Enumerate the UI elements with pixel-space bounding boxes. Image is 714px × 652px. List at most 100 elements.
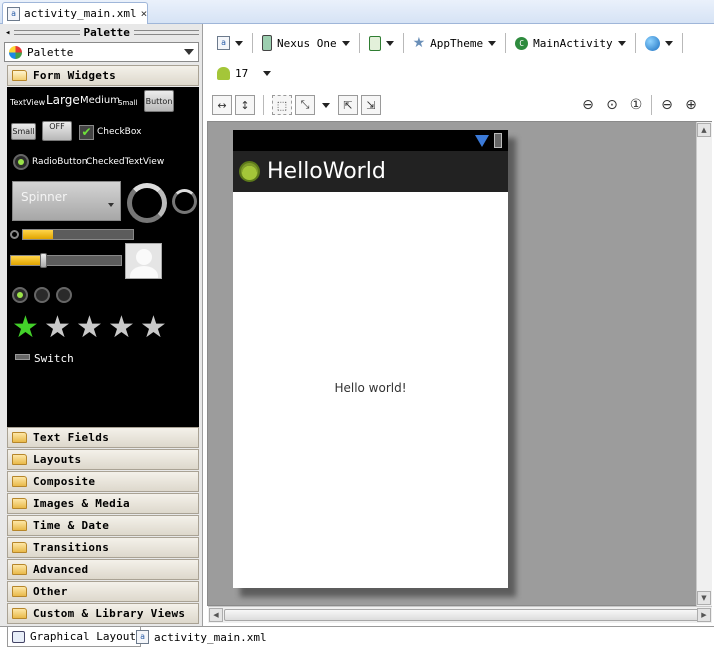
seek-thumb[interactable]: [40, 253, 47, 268]
activity-selector[interactable]: C MainActivity: [512, 32, 628, 54]
star-empty-icon[interactable]: ★: [44, 313, 71, 343]
palette-category-layouts[interactable]: Layouts: [7, 449, 199, 470]
category-label: Transitions: [33, 541, 110, 554]
widget-checkbox[interactable]: CheckBox: [97, 127, 141, 137]
api-level-selector[interactable]: 17: [214, 62, 274, 84]
widget-seek-bar[interactable]: [10, 253, 122, 268]
device-preview[interactable]: HelloWorld Hello world!: [233, 130, 508, 588]
scroll-up-icon[interactable]: ▲: [697, 123, 711, 137]
palette-category-time-date[interactable]: Time & Date: [7, 515, 199, 536]
widget-medium-text[interactable]: Medium: [80, 95, 120, 106]
folder-icon: [12, 586, 27, 597]
palette-category-other[interactable]: Other: [7, 581, 199, 602]
editor-tab-label: activity_main.xml: [24, 7, 137, 20]
fill-width-icon[interactable]: ↔: [212, 95, 232, 115]
folder-icon: [12, 498, 27, 509]
avatar-head-icon: [136, 249, 152, 265]
zoom-in-icon[interactable]: ⊕: [682, 96, 700, 114]
widget-checkedtextview[interactable]: CheckedTextView: [86, 157, 164, 167]
star-empty-icon[interactable]: ★: [76, 313, 103, 343]
editor-tab-activity-main[interactable]: a activity_main.xml ×: [2, 2, 148, 24]
widget-quick-contact[interactable]: [125, 243, 162, 279]
action-bar: HelloWorld: [233, 151, 508, 192]
avatar-body-icon: [130, 266, 158, 278]
palette-category-images-media[interactable]: Images & Media: [7, 493, 199, 514]
widget-button[interactable]: Button: [144, 90, 174, 112]
device-selector[interactable]: Nexus One: [259, 32, 353, 54]
widget-small-text[interactable]: Small: [118, 99, 137, 107]
scroll-right-icon[interactable]: ▶: [697, 608, 711, 622]
zoom-out-icon[interactable]: ⊖: [658, 96, 676, 114]
weight-clear-icon[interactable]: ⇲: [361, 95, 381, 115]
wifi-icon: [475, 135, 489, 147]
chevron-down-icon[interactable]: [322, 102, 330, 108]
folder-icon: [12, 432, 27, 443]
margins-icon[interactable]: ⬚: [272, 95, 292, 115]
scroll-left-icon[interactable]: ◀: [209, 608, 223, 622]
widget-progress-bar[interactable]: [22, 229, 134, 240]
layout-file-menu[interactable]: a: [214, 32, 246, 54]
switch-icon[interactable]: [15, 354, 30, 360]
palette-category-custom-library-views[interactable]: Custom & Library Views: [7, 603, 199, 624]
orientation-selector[interactable]: [366, 32, 397, 54]
battery-icon: [494, 133, 502, 148]
radio-on-icon[interactable]: [12, 287, 28, 303]
radio-off-icon[interactable]: [34, 287, 50, 303]
toolbar-separator: [402, 33, 404, 53]
folder-icon: [12, 454, 27, 465]
chevron-down-icon: [664, 40, 673, 46]
weight-distribute-icon[interactable]: ⇱: [338, 95, 358, 115]
fill-height-icon[interactable]: ↕: [235, 95, 255, 115]
gravity-icon[interactable]: ⤡: [295, 95, 315, 115]
widget-radiobutton[interactable]: RadioButton: [32, 157, 87, 167]
palette-category-advanced[interactable]: Advanced: [7, 559, 199, 580]
widget-toggle-button[interactable]: OFF: [42, 121, 72, 141]
status-bar: [233, 130, 508, 151]
progress-spinner-large-icon[interactable]: [127, 183, 167, 223]
widget-rating-bar[interactable]: ★ ★ ★ ★ ★: [12, 313, 182, 343]
widget-textview[interactable]: TextView: [10, 98, 45, 107]
palette-category-text-fields[interactable]: Text Fields: [7, 427, 199, 448]
vertical-scrollbar[interactable]: ▲ ▼: [696, 122, 712, 606]
theme-selector[interactable]: ★ AppTheme: [410, 32, 500, 54]
radio-off-icon[interactable]: [56, 287, 72, 303]
star-empty-icon[interactable]: ★: [140, 313, 167, 343]
xml-file-icon: a: [217, 36, 230, 50]
chevron-down-icon: [341, 40, 350, 46]
palette-category-form-widgets[interactable]: Form Widgets: [7, 65, 199, 86]
widget-spinner[interactable]: Spinner: [12, 181, 121, 221]
zoom-100-icon[interactable]: ①: [627, 96, 645, 114]
progress-small-icon[interactable]: [10, 230, 19, 239]
palette-category-transitions[interactable]: Transitions: [7, 537, 199, 558]
palette-mode-dropdown[interactable]: Palette: [4, 42, 199, 62]
progress-spinner-small-icon[interactable]: [172, 189, 197, 214]
theme-label: AppTheme: [430, 36, 484, 50]
hello-textview[interactable]: Hello world!: [233, 381, 508, 395]
zoom-fit-icon[interactable]: ⊖: [579, 96, 597, 114]
close-icon[interactable]: ×: [141, 7, 148, 20]
tab-graphical-layout[interactable]: Graphical Layout: [7, 627, 141, 647]
widget-large-text[interactable]: Large: [46, 93, 80, 107]
toolbar-separator: [634, 33, 636, 53]
horizontal-scroll-thumb[interactable]: [224, 609, 700, 621]
category-label: Text Fields: [33, 431, 110, 444]
horizontal-scrollbar[interactable]: ◀ ▶: [208, 606, 712, 623]
toolbar-separator: [505, 33, 507, 53]
checkbox-check-icon[interactable]: ✔: [79, 125, 94, 140]
widget-switch[interactable]: Switch: [34, 352, 74, 365]
xml-file-icon: a: [7, 6, 20, 21]
zoom-actual-icon[interactable]: ⊙: [603, 96, 621, 114]
radio-on-icon[interactable]: [13, 154, 29, 170]
locale-selector[interactable]: [642, 32, 676, 54]
layout-toolbar: a Nexus One ★ AppTheme C MainActivity: [207, 28, 714, 58]
scroll-down-icon[interactable]: ▼: [697, 591, 711, 605]
phone-icon: [262, 35, 272, 51]
widget-small-button[interactable]: Small: [11, 123, 36, 140]
collapse-left-icon[interactable]: ◂: [0, 28, 10, 38]
drag-handle-left: [14, 30, 80, 35]
star-empty-icon[interactable]: ★: [108, 313, 135, 343]
category-label: Composite: [33, 475, 96, 488]
star-filled-icon[interactable]: ★: [12, 313, 39, 343]
tab-xml-source[interactable]: a activity_main.xml: [132, 627, 271, 647]
palette-category-composite[interactable]: Composite: [7, 471, 199, 492]
